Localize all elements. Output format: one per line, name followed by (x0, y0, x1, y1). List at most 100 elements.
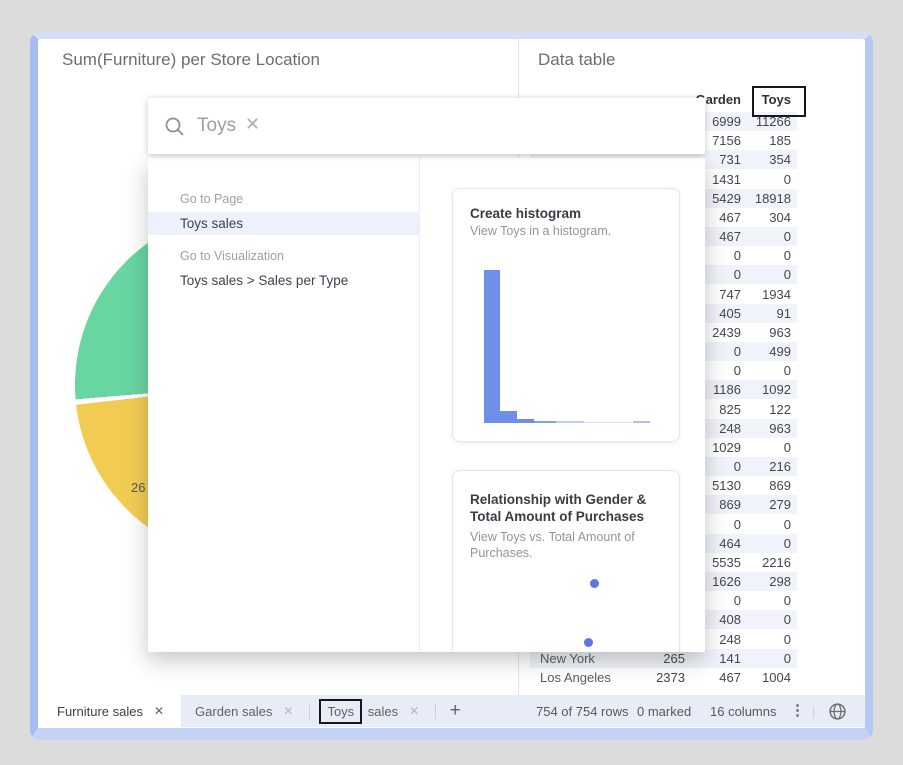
table-row[interactable]: 467 1004 Los Angeles 2373 (530, 668, 797, 687)
cell-toys[interactable]: 185 (769, 131, 791, 150)
cell-toys[interactable]: 0 (784, 649, 791, 668)
cell-garden[interactable]: 0 (734, 515, 741, 534)
table-panel-title: Data table (538, 50, 616, 69)
scatter-dot (590, 579, 599, 588)
cell-garden[interactable]: 0 (734, 457, 741, 476)
cell-toys[interactable]: 963 (769, 323, 791, 342)
search-result-item[interactable]: Toys sales > Sales per Type (148, 269, 419, 292)
pie-slice-label: 26 (131, 480, 146, 495)
cell-garden[interactable]: 5130 (712, 476, 741, 495)
cell-garden[interactable]: 405 (719, 304, 741, 323)
search-input[interactable]: Toys (197, 115, 236, 137)
cell-toys[interactable]: 216 (769, 457, 791, 476)
cell-garden[interactable]: 0 (734, 265, 741, 284)
histogram-preview (484, 266, 654, 423)
globe-icon[interactable] (828, 702, 847, 721)
cell-garden[interactable]: 0 (734, 246, 741, 265)
cell-value[interactable]: 2373 (656, 668, 685, 687)
clear-search-icon[interactable]: ✕ (245, 114, 260, 135)
cell-toys[interactable]: 0 (784, 246, 791, 265)
cell-garden[interactable]: 248 (719, 630, 741, 649)
cell-garden[interactable]: 731 (719, 150, 741, 169)
cell-toys[interactable]: 0 (784, 534, 791, 553)
cell-garden[interactable]: 0 (734, 591, 741, 610)
cell-garden[interactable]: 5429 (712, 189, 741, 208)
cell-garden[interactable]: 5535 (712, 553, 741, 572)
cell-garden[interactable]: 869 (719, 495, 741, 514)
tab-furniture-sales[interactable]: Furniture sales ✕ (38, 695, 182, 727)
cell-toys[interactable]: 1092 (762, 380, 791, 399)
cell-toys[interactable]: 0 (784, 610, 791, 629)
cell-toys[interactable]: 279 (769, 495, 791, 514)
cell-toys[interactable]: 1004 (762, 668, 791, 687)
cell-garden[interactable]: 467 (719, 227, 741, 246)
tab-label: Furniture sales (57, 703, 143, 719)
cell-toys[interactable]: 0 (784, 438, 791, 457)
cell-garden[interactable]: 1431 (712, 170, 741, 189)
cell-toys[interactable]: 0 (784, 515, 791, 534)
cell-toys[interactable]: 2216 (762, 553, 791, 572)
search-icon (165, 117, 184, 136)
cell-toys[interactable]: 354 (769, 150, 791, 169)
cell-toys[interactable]: 0 (784, 630, 791, 649)
cell-toys[interactable]: 0 (784, 361, 791, 380)
add-page-button[interactable]: + (438, 700, 472, 722)
cell-garden[interactable]: 0 (734, 361, 741, 380)
marked-count-status: 0 marked (637, 704, 692, 719)
histogram-bar (500, 411, 517, 423)
histogram-bar (484, 270, 500, 423)
histogram-bar (556, 421, 584, 423)
cell-garden[interactable]: 467 (719, 208, 741, 227)
histogram-bar (584, 422, 632, 423)
cell-garden[interactable]: 248 (719, 419, 741, 438)
close-tab-icon[interactable]: ✕ (409, 704, 419, 718)
cell-toys[interactable]: 0 (784, 227, 791, 246)
cell-garden[interactable]: 464 (719, 534, 741, 553)
cell-toys[interactable]: 869 (769, 476, 791, 495)
cell-toys[interactable]: 0 (784, 591, 791, 610)
recommendation-card-relationship[interactable]: Relationship with Gender & Total Amount … (452, 470, 680, 652)
cell-toys[interactable]: 963 (769, 419, 791, 438)
search-bar[interactable]: Toys ✕ (148, 98, 705, 154)
cell-toys[interactable]: 298 (769, 572, 791, 591)
cell-garden[interactable]: 825 (719, 400, 741, 419)
cell-toys[interactable]: 304 (769, 208, 791, 227)
cell-garden[interactable]: 2439 (712, 323, 741, 342)
search-result-item[interactable]: Toys sales (148, 212, 419, 235)
cell-toys[interactable]: 122 (769, 400, 791, 419)
histogram-bar (633, 421, 650, 423)
cell-store-location[interactable]: Los Angeles (540, 668, 611, 687)
cell-toys[interactable]: 91 (777, 304, 791, 323)
cell-garden[interactable]: 7156 (712, 131, 741, 150)
cell-garden[interactable]: 1029 (712, 438, 741, 457)
desktop-background: Sum(Furniture) per Store Location 26 Dat… (0, 0, 903, 765)
cell-toys[interactable]: 499 (769, 342, 791, 361)
cell-toys[interactable]: 18918 (755, 189, 791, 208)
tab-garden-sales[interactable]: Garden sales ✕ (181, 695, 307, 727)
status-divider: | (812, 704, 816, 719)
search-results-panel: Go to Page Toys sales Go to Visualization T… (148, 158, 705, 652)
scatter-dot (584, 638, 593, 647)
cell-garden[interactable]: 6999 (712, 112, 741, 131)
cell-garden[interactable]: 747 (719, 285, 741, 304)
recommendation-card-histogram[interactable]: Create histogram View Toys in a histogra… (452, 188, 680, 442)
kebab-menu-icon[interactable]: ⋮ (790, 701, 805, 719)
cell-garden[interactable]: 408 (719, 610, 741, 629)
cell-garden[interactable]: 467 (719, 668, 741, 687)
search-result-list: Go to Page Toys sales Go to Visualization T… (148, 182, 419, 292)
cell-toys[interactable]: 1934 (762, 285, 791, 304)
close-tab-icon[interactable]: ✕ (154, 704, 164, 718)
close-tab-icon[interactable]: ✕ (283, 704, 293, 718)
cell-garden[interactable]: 0 (734, 342, 741, 361)
row-count-status: 754 of 754 rows (536, 704, 629, 719)
pie-panel-title: Sum(Furniture) per Store Location (62, 50, 320, 69)
toys-column-focus-box (752, 86, 806, 117)
column-count-status: 16 columns (710, 704, 777, 719)
cell-garden[interactable]: 1626 (712, 572, 741, 591)
tab-toys-sales[interactable]: Toys sales ✕ (312, 695, 433, 727)
histogram-bar (534, 421, 556, 423)
cell-garden[interactable]: 141 (719, 649, 741, 668)
cell-garden[interactable]: 1186 (713, 380, 741, 399)
cell-toys[interactable]: 0 (784, 170, 791, 189)
cell-toys[interactable]: 0 (784, 265, 791, 284)
